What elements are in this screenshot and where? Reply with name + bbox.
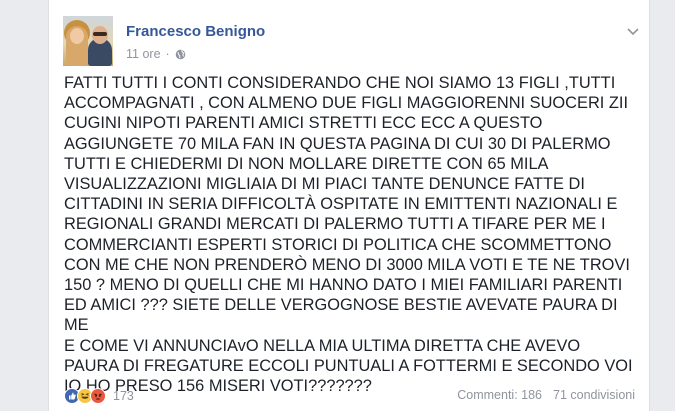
avatar[interactable] bbox=[63, 16, 113, 66]
post-text: FATTI TUTTI I CONTI CONSIDERANDO CHE NOI… bbox=[64, 74, 633, 396]
angry-icon bbox=[90, 388, 106, 404]
engagement-counts: Commenti: 186 71 condivisioni bbox=[457, 388, 635, 402]
chevron-down-icon[interactable] bbox=[626, 27, 640, 37]
reaction-count: 173 bbox=[113, 389, 134, 403]
post-meta: 11 ore · bbox=[126, 47, 186, 61]
author-name[interactable]: Francesco Benigno bbox=[126, 23, 265, 40]
globe-icon[interactable] bbox=[175, 49, 186, 60]
shares-count[interactable]: 71 condivisioni bbox=[553, 388, 635, 402]
reactions-summary[interactable]: 173 bbox=[64, 388, 134, 404]
post-time[interactable]: 11 ore bbox=[126, 47, 161, 61]
post-card: Francesco Benigno 11 ore · FATTI TUTTI I… bbox=[48, 0, 650, 411]
comments-count[interactable]: Commenti: 186 bbox=[457, 388, 542, 402]
post-footer: 173 Commenti: 186 71 condivisioni bbox=[49, 376, 651, 411]
meta-separator: · bbox=[165, 47, 170, 61]
